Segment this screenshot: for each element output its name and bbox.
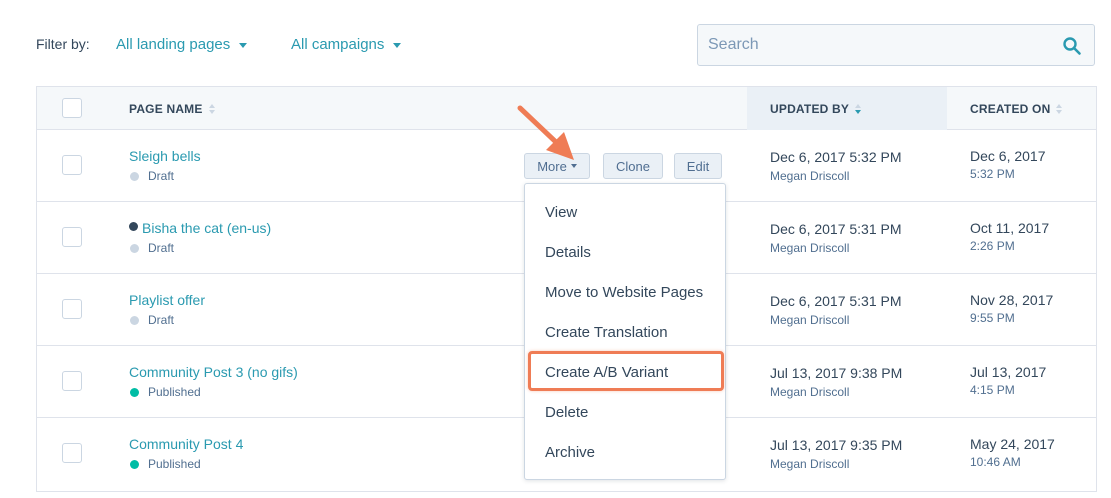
status-label: Draft [148, 169, 175, 183]
status-label: Published [148, 385, 201, 399]
updated-by-header[interactable]: UPDATED BY [770, 102, 862, 116]
campaigns-filter-label: All campaigns [291, 36, 385, 53]
edit-button[interactable]: Edit [674, 153, 722, 179]
campaigns-filter-dropdown[interactable]: All campaigns [291, 36, 402, 53]
created-date: Nov 28, 2017 [970, 292, 1054, 308]
page-name-label: Bisha the cat (en-us) [142, 220, 272, 236]
created-date: Jul 13, 2017 [970, 364, 1047, 380]
chevron-down-icon [239, 43, 248, 48]
sort-icon [1056, 104, 1063, 114]
status-badge: Draft [130, 313, 174, 327]
page-name-header[interactable]: PAGE NAME [129, 102, 215, 116]
sort-descending-icon [855, 104, 862, 114]
updated-user: Megan Driscoll [770, 457, 850, 471]
page-name-link[interactable]: Sleigh bells [129, 148, 201, 164]
landing-pages-filter-label: All landing pages [116, 36, 231, 53]
updated-date: Dec 6, 2017 5:31 PM [770, 221, 902, 237]
row-checkbox[interactable] [62, 299, 82, 319]
menu-item-delete[interactable]: Delete [545, 404, 588, 421]
annotation-arrow-icon [517, 105, 574, 160]
menu-item-view[interactable]: View [545, 204, 577, 221]
created-on-header-label: CREATED ON [970, 102, 1051, 116]
edit-button-label: Edit [686, 158, 710, 174]
status-label: Draft [148, 313, 175, 327]
created-time: 4:15 PM [970, 383, 1015, 397]
clone-button-label: Clone [616, 158, 650, 174]
created-date: May 24, 2017 [970, 436, 1055, 452]
select-all-checkbox[interactable] [62, 98, 82, 118]
search-box [697, 24, 1095, 66]
filter-bar: Filter by: All landing pages All campaig… [0, 0, 1111, 86]
row-checkbox[interactable] [62, 371, 82, 391]
status-dot [130, 459, 139, 469]
chevron-down-icon [393, 43, 402, 48]
created-time: 9:55 PM [970, 311, 1015, 325]
created-time: 5:32 PM [970, 167, 1015, 181]
page-name-link[interactable]: Community Post 4 [129, 436, 243, 452]
filter-label: Filter by: [36, 36, 90, 52]
updated-date: Dec 6, 2017 5:31 PM [770, 293, 902, 309]
updated-user: Megan Driscoll [770, 241, 850, 255]
updated-by-header-label: UPDATED BY [770, 102, 850, 116]
updated-user: Megan Driscoll [770, 313, 850, 327]
created-on-header[interactable]: CREATED ON [970, 102, 1063, 116]
status-dot [130, 243, 139, 253]
page-name-link[interactable]: Bisha the cat (en-us) [129, 220, 271, 236]
updated-date: Jul 13, 2017 9:35 PM [770, 437, 903, 453]
globe-icon [129, 222, 138, 231]
row-checkbox[interactable] [62, 227, 82, 247]
menu-item-move-to-website-pages[interactable]: Move to Website Pages [545, 284, 703, 301]
landing-pages-filter-dropdown[interactable]: All landing pages [116, 36, 248, 53]
clone-button[interactable]: Clone [603, 153, 663, 179]
page-name-header-label: PAGE NAME [129, 102, 203, 116]
updated-date: Dec 6, 2017 5:32 PM [770, 149, 902, 165]
row-checkbox[interactable] [62, 443, 82, 463]
row-checkbox[interactable] [62, 155, 82, 175]
status-badge: Published [130, 457, 201, 471]
created-time: 10:46 AM [970, 455, 1021, 469]
status-dot [130, 315, 139, 325]
created-date: Dec 6, 2017 [970, 148, 1046, 164]
menu-item-create-ab-variant[interactable]: Create A/B Variant [545, 364, 668, 381]
created-time: 2:26 PM [970, 239, 1015, 253]
more-actions-menu: View Details Move to Website Pages Creat… [524, 183, 726, 480]
search-icon[interactable] [1062, 36, 1082, 56]
page-name-link[interactable]: Playlist offer [129, 292, 205, 308]
status-label: Published [148, 457, 201, 471]
search-input[interactable] [698, 25, 1058, 65]
menu-item-create-translation[interactable]: Create Translation [545, 324, 668, 341]
updated-user: Megan Driscoll [770, 385, 850, 399]
sort-icon [208, 104, 215, 114]
status-label: Draft [148, 241, 175, 255]
created-date: Oct 11, 2017 [970, 220, 1050, 236]
updated-user: Megan Driscoll [770, 169, 850, 183]
status-badge: Published [130, 385, 201, 399]
menu-item-details[interactable]: Details [545, 244, 591, 261]
page-name-link[interactable]: Community Post 3 (no gifs) [129, 364, 298, 380]
status-badge: Draft [130, 169, 174, 183]
menu-item-archive[interactable]: Archive [545, 444, 595, 461]
status-badge: Draft [130, 241, 174, 255]
status-dot [130, 171, 139, 181]
status-dot [130, 387, 139, 397]
updated-date: Jul 13, 2017 9:38 PM [770, 365, 903, 381]
